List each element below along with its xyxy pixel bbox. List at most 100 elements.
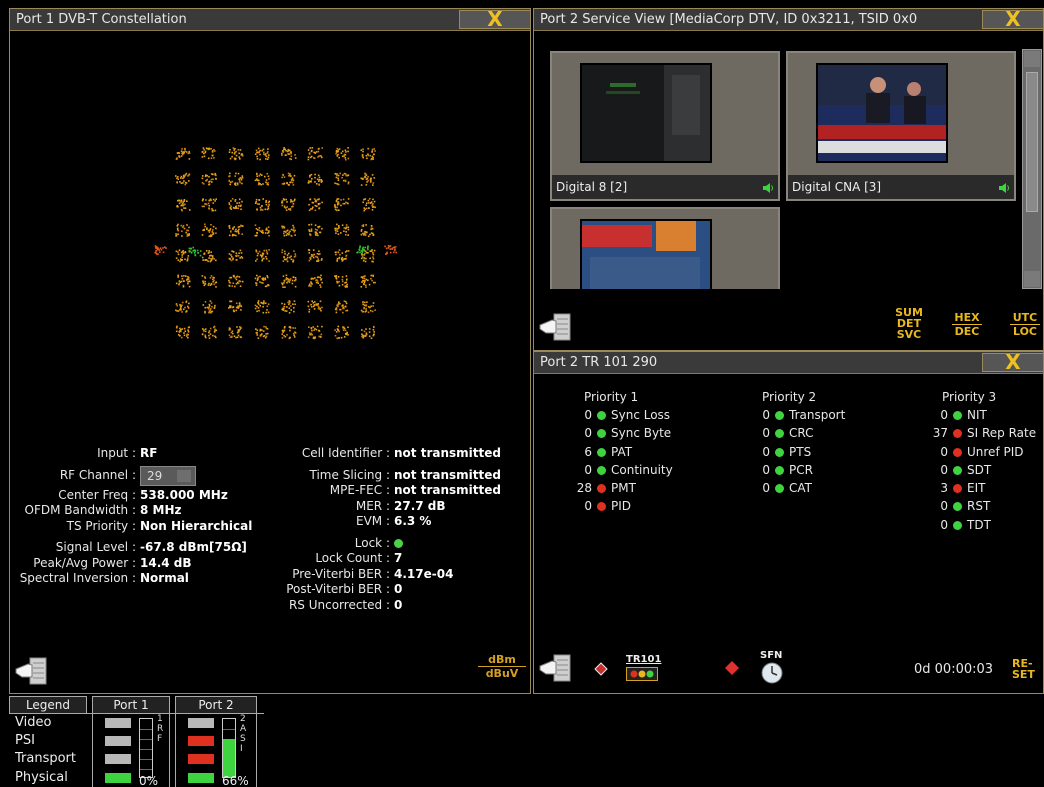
- constellation-point: [228, 249, 244, 262]
- constellation-point: [281, 198, 296, 211]
- info-label: TS Priority :: [66, 518, 136, 533]
- pilot-cluster: [188, 246, 202, 257]
- tr101290-titlebar: Port 2 TR 101 290 X: [534, 350, 1044, 374]
- info-label: Signal Level :: [55, 540, 136, 554]
- summary-detail-service-toggle[interactable]: SUM DET SVC: [894, 307, 924, 340]
- constellation-point: [281, 274, 297, 288]
- pilot-cluster: [384, 244, 397, 255]
- tr-check-item[interactable]: 0 Continuity: [558, 463, 672, 481]
- service-caption: Digital 8 [2]: [552, 175, 778, 199]
- service-tile[interactable]: Digital CNA [3]: [786, 51, 1016, 201]
- sfn-button[interactable]: SFN: [760, 650, 790, 685]
- error-count: 0: [762, 481, 770, 496]
- service-tile[interactable]: [550, 207, 780, 289]
- info-label: RF Channel :: [59, 468, 136, 482]
- tr-check-item[interactable]: 3 EIT: [916, 481, 1036, 499]
- constellation-point: [307, 249, 323, 262]
- rf-channel-value: 29: [147, 468, 163, 483]
- legend-tab: Legend: [9, 696, 87, 713]
- side-char: F: [157, 734, 163, 744]
- constellation-point: [228, 326, 242, 339]
- constellation-point: [202, 300, 216, 314]
- info-label: RS Uncorrected :: [288, 597, 390, 612]
- info-value: not transmitted: [394, 483, 501, 497]
- constellation-point: [228, 300, 243, 313]
- check-name: PCR: [789, 462, 813, 477]
- constellation-point: [176, 199, 191, 212]
- status-dot-icon: [953, 484, 962, 494]
- constellation-point: [307, 147, 324, 161]
- info-row: Lock :: [264, 536, 501, 552]
- constellation-point: [175, 249, 191, 263]
- constellation-point: [334, 223, 350, 236]
- side-char: I: [240, 744, 243, 754]
- tr-check-item[interactable]: 0 PID: [558, 499, 673, 517]
- side-char: A: [240, 724, 247, 734]
- tr-check-item[interactable]: 0 SDT: [916, 463, 1036, 481]
- signal-info-left: Input : RF RF Channel : 29 Center Freq : 538.…: [14, 446, 253, 587]
- status-lamp: [188, 772, 214, 783]
- rf-channel-select[interactable]: 29: [140, 465, 196, 486]
- error-count: 0: [940, 462, 948, 477]
- legend-row-label: Transport: [15, 751, 77, 767]
- hex-dec-toggle[interactable]: HEX DEC: [952, 312, 982, 337]
- utc-loc-toggle[interactable]: UTC LOC: [1010, 312, 1040, 337]
- close-button[interactable]: X: [982, 9, 1044, 29]
- service-scrollbar[interactable]: [1022, 49, 1042, 289]
- tr-check-item[interactable]: 0 CRC: [738, 426, 845, 444]
- status-dot-icon: [953, 520, 962, 530]
- menu-hand-icon[interactable]: [538, 652, 572, 684]
- level-bar-tick: [140, 749, 152, 750]
- tr-check-item[interactable]: 0 Sync Loss: [558, 408, 673, 426]
- constellation-point: [201, 198, 217, 212]
- constellation-point: [335, 147, 350, 161]
- tr101-button[interactable]: TR101: [626, 654, 662, 681]
- tr-check-item[interactable]: 0 Transport: [738, 408, 845, 426]
- service-tile[interactable]: Digital 8 [2]: [550, 51, 780, 201]
- scroll-up-arrow-icon[interactable]: [1024, 51, 1040, 67]
- close-icon: X: [1005, 350, 1021, 374]
- unit-dbm-label: dBm: [478, 653, 526, 667]
- tr-check-item[interactable]: 28 PMT: [558, 481, 673, 499]
- video-thumbnail: [816, 63, 948, 163]
- constellation-point: [360, 147, 376, 161]
- status-dot-icon: [775, 447, 784, 457]
- info-label: Input :: [97, 446, 136, 460]
- port1-tab[interactable]: Port 1: [92, 696, 170, 713]
- reset-button[interactable]: RE- SET: [1012, 658, 1035, 680]
- close-button[interactable]: X: [982, 350, 1044, 374]
- constellation-point: [175, 172, 191, 186]
- port2-tab[interactable]: Port 2: [175, 696, 257, 713]
- menu-hand-icon[interactable]: [538, 311, 572, 343]
- status-dot-icon: [775, 411, 784, 420]
- tr-check-item[interactable]: 0 TDT: [916, 518, 1036, 536]
- legend-row-label: Video: [15, 715, 52, 730]
- tr-check-item[interactable]: 0 CAT: [738, 481, 845, 499]
- error-count: 0: [940, 517, 948, 532]
- constellation-point: [228, 198, 243, 211]
- alarm-diamond-icon: [725, 661, 739, 675]
- info-value: 4.17e-04: [394, 566, 454, 581]
- unit-toggle[interactable]: dBm dBuV: [478, 653, 526, 680]
- tr-check-item[interactable]: 0 NIT: [916, 408, 1036, 426]
- menu-hand-icon[interactable]: [14, 655, 48, 687]
- priority-heading: Priority 3: [942, 390, 997, 404]
- info-value: Normal: [140, 571, 189, 585]
- info-row: MPE-FEC : not transmitted: [264, 483, 501, 499]
- info-row: Input : RF: [14, 446, 252, 462]
- tr-check-item[interactable]: 37 SI Rep Rate: [916, 426, 1036, 444]
- scroll-thumb[interactable]: [1026, 72, 1038, 212]
- tr-check-item[interactable]: 0 PTS: [738, 445, 845, 463]
- tr-check-item[interactable]: 0 PCR: [738, 463, 845, 481]
- status-dot-icon: [597, 411, 606, 420]
- tr-check-item[interactable]: 0 Unref PID: [916, 445, 1036, 463]
- info-value: not transmitted: [394, 446, 501, 460]
- tr-check-item[interactable]: 6 PAT: [558, 445, 673, 463]
- tr-check-item[interactable]: 0 RST: [916, 499, 1036, 517]
- status-lamp: [188, 754, 214, 765]
- status-lamp: [105, 736, 131, 747]
- tr-check-item[interactable]: 0 Sync Byte: [558, 426, 673, 444]
- close-button[interactable]: X: [459, 9, 531, 29]
- constellation-point: [254, 172, 270, 186]
- scroll-down-arrow-icon[interactable]: [1024, 271, 1040, 287]
